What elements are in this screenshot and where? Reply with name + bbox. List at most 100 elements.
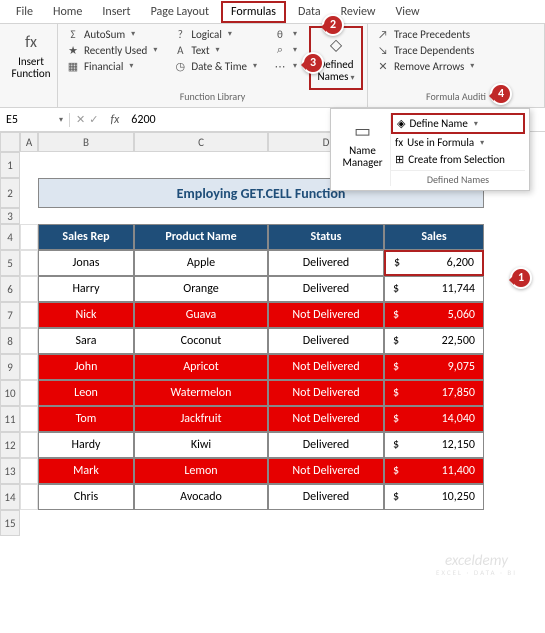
row-header[interactable]: 7 xyxy=(0,302,20,328)
row-header[interactable]: 8 xyxy=(0,328,20,354)
cell[interactable]: Delivered xyxy=(268,276,384,302)
cell[interactable] xyxy=(20,328,38,354)
row-header[interactable]: 15 xyxy=(0,510,20,536)
cell[interactable]: Watermelon xyxy=(134,380,268,406)
col-header[interactable]: B xyxy=(38,132,134,152)
cell[interactable]: Tom xyxy=(38,406,134,432)
row-header[interactable]: 14 xyxy=(0,484,20,510)
row-header[interactable]: 5 xyxy=(0,250,20,276)
row-header[interactable]: 1 xyxy=(0,152,20,178)
cell[interactable]: Sara xyxy=(38,328,134,354)
name-box[interactable]: E5▾ xyxy=(0,113,70,127)
cell[interactable]: Jonas xyxy=(38,250,134,276)
cancel-icon[interactable]: ✕ xyxy=(76,113,85,126)
cell[interactable]: Mark xyxy=(38,458,134,484)
use-in-formula-button[interactable]: fxUse in Formula▾ xyxy=(391,134,525,151)
logical-button[interactable]: ?Logical▾ xyxy=(169,26,261,42)
financial-button[interactable]: ▦Financial▾ xyxy=(62,58,161,74)
cell[interactable]: Orange xyxy=(134,276,268,302)
menu-insert[interactable]: Insert xyxy=(94,3,138,21)
row-header[interactable]: 12 xyxy=(0,432,20,458)
menu-page-layout[interactable]: Page Layout xyxy=(143,3,217,21)
col-header[interactable]: A xyxy=(20,132,38,152)
row-header[interactable]: 9 xyxy=(0,354,20,380)
cell[interactable] xyxy=(20,484,38,510)
cell[interactable]: Nick xyxy=(38,302,134,328)
create-from-selection-button[interactable]: ⊞Create from Selection xyxy=(391,151,525,168)
cell[interactable]: Avocado xyxy=(134,484,268,510)
cell[interactable]: Delivered xyxy=(268,484,384,510)
cell[interactable]: Coconut xyxy=(134,328,268,354)
select-all-corner[interactable] xyxy=(0,132,20,152)
menu-data[interactable]: Data xyxy=(290,3,329,21)
cell[interactable] xyxy=(20,406,38,432)
cell[interactable]: Kiwi xyxy=(134,432,268,458)
math-button[interactable]: ⌕▾ xyxy=(269,42,301,58)
cell[interactable]: Apple xyxy=(134,250,268,276)
cell[interactable]: Apricot xyxy=(134,354,268,380)
cell[interactable] xyxy=(20,432,38,458)
col-header[interactable]: C xyxy=(134,132,268,152)
fx-icon[interactable]: fx xyxy=(104,113,125,127)
cell[interactable]: Guava xyxy=(134,302,268,328)
cell[interactable] xyxy=(20,276,38,302)
insert-function-button[interactable]: fx Insert Function xyxy=(4,26,58,84)
remove-arrows-button[interactable]: ✕Remove Arrows▾ xyxy=(372,58,540,74)
table-header[interactable]: Sales xyxy=(384,224,484,250)
cell[interactable]: John xyxy=(38,354,134,380)
row-header[interactable]: 3 xyxy=(0,208,20,224)
menu-home[interactable]: Home xyxy=(45,3,90,21)
cell[interactable]: Chris xyxy=(38,484,134,510)
row-header[interactable]: 13 xyxy=(0,458,20,484)
cell[interactable]: Not Delivered xyxy=(268,406,384,432)
menu-file[interactable]: File xyxy=(8,3,41,21)
define-name-button[interactable]: ◈Define Name▾ xyxy=(391,113,525,134)
row-header[interactable]: 4 xyxy=(0,224,20,250)
cell[interactable]: $14,040 xyxy=(384,406,484,432)
row-header[interactable]: 6 xyxy=(0,276,20,302)
cell[interactable]: $11,744 xyxy=(384,276,484,302)
cell[interactable]: $5,060 xyxy=(384,302,484,328)
date-time-button[interactable]: ◷Date & Time▾ xyxy=(169,58,261,74)
trace-precedents-button[interactable]: ↗Trace Precedents xyxy=(372,26,540,42)
menu-formulas[interactable]: Formulas xyxy=(221,1,286,23)
active-cell[interactable]: $6,200 xyxy=(384,250,484,276)
cell[interactable]: Leon xyxy=(38,380,134,406)
cell[interactable]: Hardy xyxy=(38,432,134,458)
recently-used-button[interactable]: ★Recently Used▾ xyxy=(62,42,161,58)
cell[interactable]: $22,500 xyxy=(384,328,484,354)
autosum-button[interactable]: ΣAutoSum▾ xyxy=(62,26,161,42)
cell[interactable]: Harry xyxy=(38,276,134,302)
name-manager-button[interactable]: ▭ Name Manager xyxy=(335,113,391,186)
lookup-button[interactable]: θ▾ xyxy=(269,26,301,42)
cell[interactable]: Not Delivered xyxy=(268,380,384,406)
cell[interactable]: Delivered xyxy=(268,250,384,276)
cell[interactable]: Delivered xyxy=(268,328,384,354)
cell[interactable] xyxy=(20,354,38,380)
cell[interactable]: $17,850 xyxy=(384,380,484,406)
cell[interactable] xyxy=(20,380,38,406)
cell[interactable]: $12,150 xyxy=(384,432,484,458)
cell[interactable] xyxy=(20,224,38,250)
cell[interactable]: Lemon xyxy=(134,458,268,484)
cell[interactable] xyxy=(20,302,38,328)
cell[interactable] xyxy=(20,458,38,484)
table-header[interactable]: Sales Rep xyxy=(38,224,134,250)
menu-view[interactable]: View xyxy=(388,3,428,21)
table-header[interactable]: Product Name xyxy=(134,224,268,250)
cell[interactable]: Jackfruit xyxy=(134,406,268,432)
row-header[interactable]: 11 xyxy=(0,406,20,432)
cell[interactable]: Delivered xyxy=(268,432,384,458)
cell[interactable]: $10,250 xyxy=(384,484,484,510)
cell[interactable]: Not Delivered xyxy=(268,302,384,328)
cell[interactable] xyxy=(20,250,38,276)
trace-dependents-button[interactable]: ↘Trace Dependents xyxy=(372,42,540,58)
cell[interactable]: Not Delivered xyxy=(268,354,384,380)
row-header[interactable]: 2 xyxy=(0,178,20,208)
cell[interactable]: $11,400 xyxy=(384,458,484,484)
row-header[interactable]: 10 xyxy=(0,380,20,406)
text-button[interactable]: AText▾ xyxy=(169,42,261,58)
cell[interactable]: $9,075 xyxy=(384,354,484,380)
table-header[interactable]: Status xyxy=(268,224,384,250)
cell[interactable]: Not Delivered xyxy=(268,458,384,484)
